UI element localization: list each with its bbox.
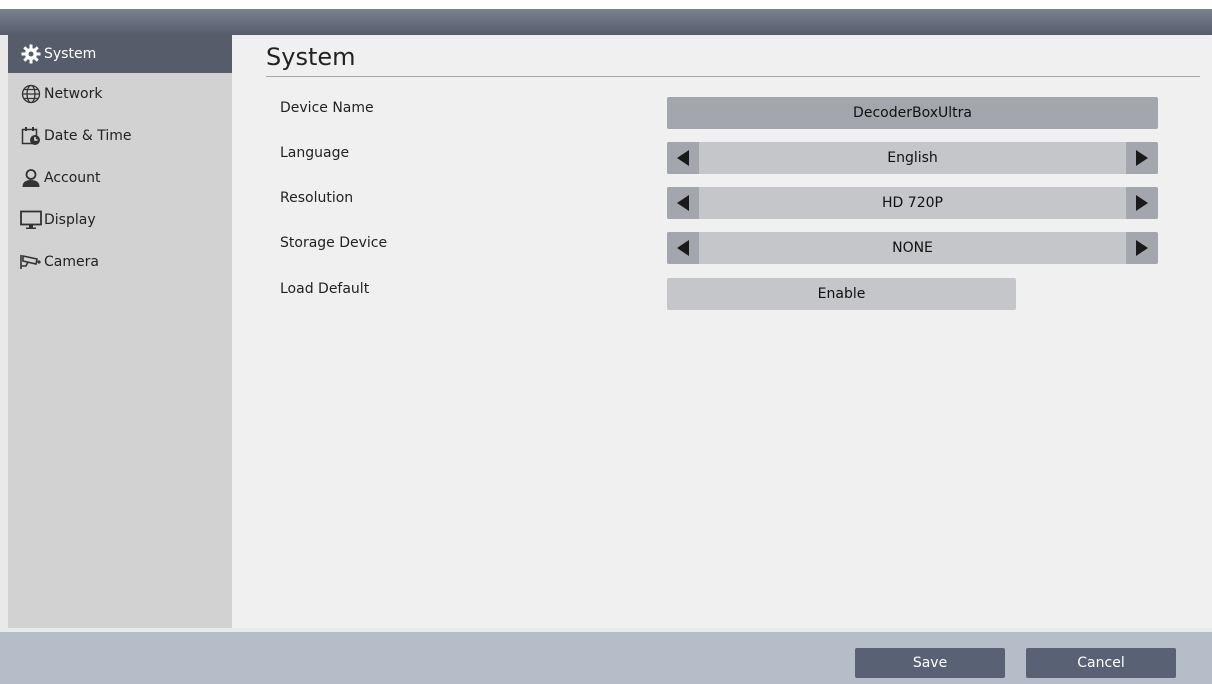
footer-bar: Save Cancel [0,632,1212,684]
sidebar-item-date-time[interactable]: Date & Time [8,115,232,157]
storage-device-selector: NONE [667,232,1158,264]
save-button[interactable]: Save [855,648,1005,678]
sidebar: System Network Date & Time Account Displ… [8,35,232,628]
storage-device-label: Storage Device [280,235,388,251]
camera-icon [20,251,42,273]
sidebar-item-system[interactable]: System [8,35,232,73]
sidebar-item-label: System [44,46,97,62]
language-label: Language [280,145,350,161]
cancel-button[interactable]: Cancel [1026,648,1176,678]
sidebar-item-label: Camera [44,254,99,270]
right-arrow-icon [1136,240,1148,256]
left-arrow-icon [677,195,689,211]
resolution-next-button[interactable] [1126,187,1158,219]
device-name-label: Device Name [280,100,374,116]
right-arrow-icon [1136,150,1148,166]
sidebar-item-label: Account [44,170,101,186]
language-prev-button[interactable] [667,142,699,174]
resolution-selector: HD 720P [667,187,1158,219]
top-bar [0,0,1212,35]
sidebar-item-network[interactable]: Network [8,73,232,115]
page-title: System [266,43,356,71]
storage-device-prev-button[interactable] [667,232,699,264]
monitor-icon [20,209,42,231]
language-value: English [887,150,938,166]
gear-icon [20,43,42,65]
calendar-clock-icon [20,125,42,147]
load-default-label: Load Default [280,281,370,297]
globe-icon [20,83,42,105]
device-name-field[interactable]: DecoderBoxUltra [667,97,1158,129]
sidebar-item-label: Network [44,86,103,102]
left-arrow-icon [677,240,689,256]
language-next-button[interactable] [1126,142,1158,174]
title-divider [266,76,1200,77]
load-default-value: Enable [817,286,866,302]
sidebar-item-camera[interactable]: Camera [8,241,232,283]
left-arrow-icon [677,150,689,166]
sidebar-item-label: Display [44,212,96,228]
sidebar-item-label: Date & Time [44,128,132,144]
user-icon [20,167,42,189]
device-name-value: DecoderBoxUltra [853,105,972,121]
load-default-button[interactable]: Enable [667,278,1016,310]
resolution-value: HD 720P [882,195,943,211]
storage-device-next-button[interactable] [1126,232,1158,264]
main-panel: System Device Name DecoderBoxUltra Langu… [232,35,1212,628]
right-arrow-icon [1136,195,1148,211]
sidebar-item-account[interactable]: Account [8,157,232,199]
storage-device-value: NONE [892,240,933,256]
language-selector: English [667,142,1158,174]
resolution-label: Resolution [280,190,354,206]
resolution-prev-button[interactable] [667,187,699,219]
sidebar-item-display[interactable]: Display [8,199,232,241]
